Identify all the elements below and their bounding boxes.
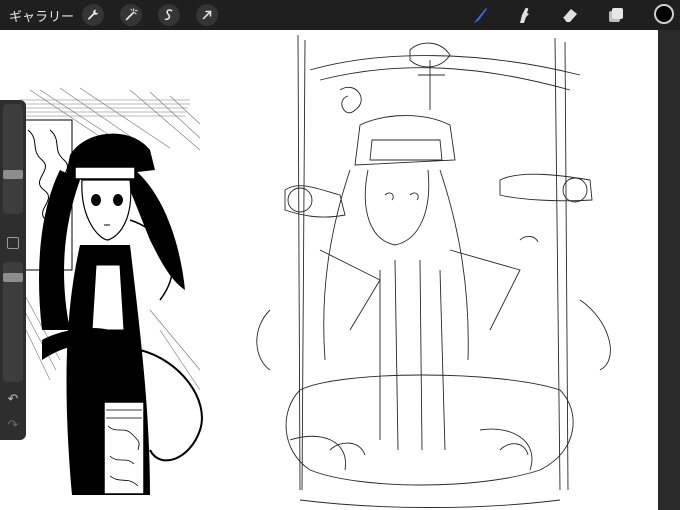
- gallery-button[interactable]: ギャラリー: [9, 6, 74, 25]
- magic-wand-icon[interactable]: [120, 4, 142, 26]
- color-swatch[interactable]: [654, 4, 674, 24]
- smudge-icon[interactable]: [512, 3, 536, 27]
- opacity-slider[interactable]: [3, 262, 23, 382]
- left-sidebar: ↶ ↷: [0, 100, 26, 440]
- brush-size-thumb[interactable]: [3, 170, 23, 179]
- wrench-icon[interactable]: [82, 4, 104, 26]
- eraser-icon[interactable]: [558, 3, 582, 27]
- redo-icon[interactable]: ↷: [5, 418, 21, 434]
- canvas-edge: [658, 30, 680, 510]
- opacity-thumb[interactable]: [3, 273, 23, 282]
- drawing-canvas[interactable]: [0, 30, 658, 510]
- modify-button[interactable]: [7, 237, 19, 249]
- layers-icon[interactable]: [604, 3, 628, 27]
- transform-arrow-icon[interactable]: [196, 4, 218, 26]
- selection-icon[interactable]: [158, 4, 180, 26]
- undo-icon[interactable]: ↶: [5, 392, 21, 408]
- brush-icon[interactable]: [468, 3, 492, 27]
- brush-size-slider[interactable]: [3, 104, 23, 214]
- sketch-artwork: [20, 34, 611, 508]
- top-toolbar: ギャラリー: [0, 0, 680, 30]
